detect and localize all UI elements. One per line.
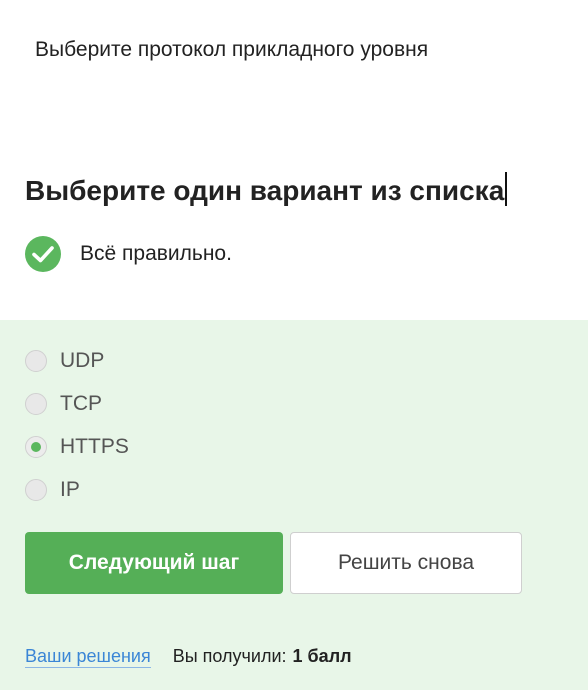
option-tcp[interactable]: TCP [25,392,102,416]
feedback-row: Всё правильно. [25,236,232,272]
radio-selected-dot [31,442,41,452]
check-icon [25,236,61,272]
radio-button[interactable] [25,350,47,372]
option-https[interactable]: HTTPS [25,435,129,459]
answer-panel: UDP TCP HTTPS IP Следующий шаг Решить сн… [0,320,588,690]
radio-button[interactable] [25,479,47,501]
option-label: HTTPS [60,435,129,458]
instruction-heading: Выберите один вариант из списка [25,172,508,207]
option-label: UDP [60,349,105,372]
option-ip[interactable]: IP [25,478,80,502]
step-page: Выберите протокол прикладного уровня Выб… [0,0,588,690]
option-label: IP [60,478,80,501]
retry-button[interactable]: Решить снова [290,532,522,594]
option-udp[interactable]: UDP [25,349,104,373]
feedback-text: Всё правильно. [80,242,232,265]
instruction-heading-text: Выберите один вариант из списка [25,175,505,206]
radio-button-selected[interactable] [25,436,47,458]
score-value: 1 балл [292,646,352,666]
option-label: TCP [60,392,102,415]
score-label: Вы получили: [172,646,287,666]
footer-row: Ваши решения Вы получили: 1 балл [25,646,352,668]
text-caret [505,172,508,206]
question-text: Выберите протокол прикладного уровня [35,38,429,61]
your-solutions-link[interactable]: Ваши решения [25,646,151,668]
radio-button[interactable] [25,393,47,415]
next-step-button[interactable]: Следующий шаг [25,532,283,594]
